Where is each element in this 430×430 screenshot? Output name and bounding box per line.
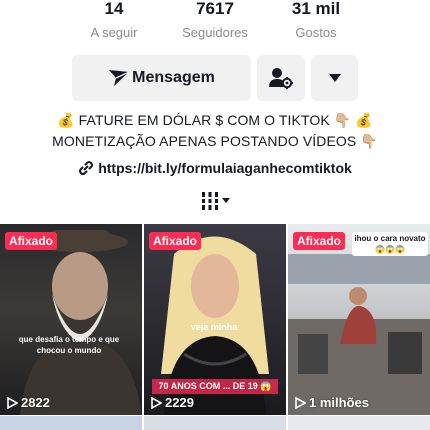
send-icon [109, 70, 130, 86]
video-thumbnail [20, 230, 142, 415]
pinned-badge: Afixado [293, 232, 346, 250]
pinned-badge: Afixado [149, 232, 202, 250]
likes-count: 31 mil [291, 0, 341, 18]
video-tile-partial[interactable] [144, 416, 286, 430]
link-icon [79, 161, 94, 175]
play-icon [151, 396, 162, 409]
content-tabs [0, 191, 430, 211]
likes-label: Gostos [295, 25, 337, 40]
likes-stat[interactable]: 31 mil Gostos [270, 0, 362, 42]
play-icon [7, 396, 18, 409]
view-count: 2229 [150, 395, 194, 410]
more-button[interactable] [311, 55, 358, 101]
chevron-down-icon [222, 198, 230, 203]
video-caption: que desafia o tempo e que chocou o mundo [18, 335, 120, 355]
pinned-badge: Afixado [5, 232, 58, 250]
bio-line-1: 💰 FATURE EM DÓLAR $ COM O TIKTOK 👇🏼 💰 [57, 112, 373, 128]
video-tile[interactable]: ihou o cara novato 😱😱😱 Afixado 1 milhões [288, 224, 430, 415]
view-count: 2822 [6, 395, 50, 410]
video-tile-partial[interactable] [0, 416, 142, 430]
add-friend-button[interactable] [257, 55, 305, 101]
message-button[interactable]: Mensagem [72, 55, 251, 101]
video-tile-partial[interactable] [288, 416, 430, 430]
following-stat[interactable]: 14 A seguir [72, 0, 156, 42]
followers-label: Seguidores [182, 25, 248, 40]
profile-bio: 💰 FATURE EM DÓLAR $ COM O TIKTOK 👇🏼 💰 MO… [0, 110, 430, 152]
following-label: A seguir [90, 25, 138, 40]
following-count: 14 [104, 0, 124, 18]
view-count-value: 1 milhões [309, 395, 369, 410]
bio-line-2: MONETIZAÇÃO APENAS POSTANDO VÍDEOS 👇🏼 [52, 133, 378, 149]
video-tile[interactable]: que desafia o tempo e que chocou o mundo… [0, 224, 142, 415]
video-grid: que desafia o tempo e que chocou o mundo… [0, 224, 430, 430]
video-caption-bottom: 70 ANOS COM ... DE 19 😱 [152, 379, 278, 394]
play-icon [295, 396, 306, 409]
bio-link-text: https://bit.ly/formulaiaganhecomtiktok [98, 160, 352, 176]
video-caption: ihou o cara novato 😱😱😱 [352, 232, 428, 256]
followers-stat[interactable]: 7617 Seguidores [170, 0, 260, 42]
video-caption-top: veja minha [190, 322, 238, 332]
tab-videos[interactable] [200, 191, 230, 211]
add-friend-icon [269, 68, 293, 89]
view-count-value: 2822 [21, 395, 50, 410]
view-count: 1 milhões [294, 395, 369, 410]
caret-down-icon [328, 74, 341, 82]
message-label: Mensagem [132, 69, 215, 86]
view-count-value: 2229 [165, 395, 194, 410]
grid-icon [201, 192, 219, 210]
followers-count: 7617 [196, 0, 234, 18]
video-tile[interactable]: veja minha 70 ANOS COM ... DE 19 😱 Afixa… [144, 224, 286, 415]
profile-stats: 14 A seguir 7617 Seguidores 31 mil Gosto… [0, 0, 430, 48]
bio-link[interactable]: https://bit.ly/formulaiaganhecomtiktok [0, 160, 430, 176]
